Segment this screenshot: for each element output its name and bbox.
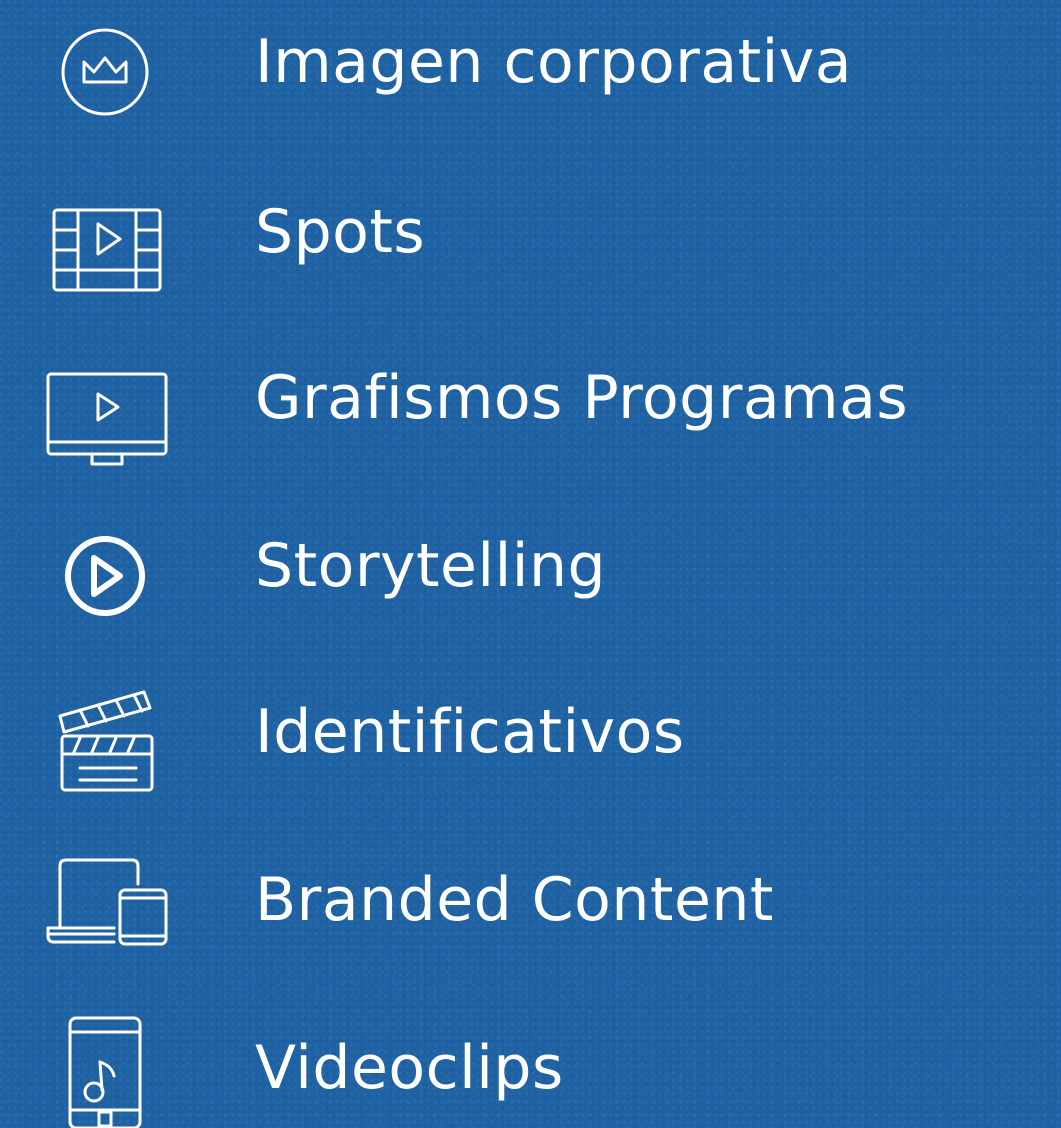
service-item-spots: Spots (0, 172, 1061, 292)
clapperboard-icon (40, 682, 170, 792)
service-label: Branded Content (255, 865, 774, 935)
service-item-imagen-corporativa: Imagen corporativa (0, 2, 1061, 122)
crown-icon (40, 12, 170, 116)
phone-music-icon (40, 1016, 170, 1128)
service-label: Storytelling (255, 531, 607, 601)
services-list: Imagen corporativa Spots Grafismos Progr… (0, 0, 1061, 1128)
monitor-play-icon (40, 348, 170, 466)
service-label: Grafismos Programas (255, 363, 909, 433)
service-item-branded-content: Branded Content (0, 840, 1061, 960)
film-strip-play-icon (40, 182, 170, 292)
service-item-grafismos-programas: Grafismos Programas (0, 338, 1061, 466)
service-item-identificativos: Identificativos (0, 672, 1061, 792)
service-item-storytelling: Storytelling (0, 506, 1061, 626)
service-label: Identificativos (255, 697, 685, 767)
service-label: Spots (255, 197, 426, 267)
laptop-phone-icon (40, 850, 170, 950)
play-circle-icon (40, 516, 170, 616)
service-item-videoclips: Videoclips (0, 1008, 1061, 1128)
service-label: Imagen corporativa (255, 27, 853, 97)
service-label: Videoclips (255, 1033, 564, 1103)
